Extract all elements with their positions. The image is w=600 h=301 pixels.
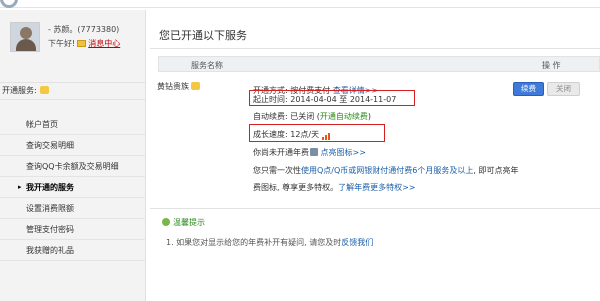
sidebar-nav: 帐户首页 查询交易明细 查询QQ卡余额及交易明细 ▸ 我开通的服务 设置消费限额 …: [0, 114, 146, 261]
light-icon-link[interactable]: 点亮图标>>: [321, 148, 366, 157]
yellow-diamond-icon: [191, 82, 200, 90]
yellow-diamond-icon[interactable]: [39, 86, 49, 94]
service-name: 黄钻贵族: [157, 81, 200, 92]
term-line: 起止时间: 2014-04-04 至 2014-11-07: [253, 95, 397, 104]
growth-line: 成长速度: 12点/天: [253, 129, 331, 140]
username: - 苏颜。(7773380): [48, 25, 120, 34]
avatar[interactable]: [10, 22, 40, 52]
tips-title: 温馨提示: [162, 217, 205, 228]
envelope-icon: [77, 40, 87, 47]
sidebar-item-gifts[interactable]: 我获赠的礼品: [0, 240, 146, 261]
main-content: 您已开通以下服务 服务名称 操 作 黄钻贵族 开通方式: 按付费支付 查看详情>…: [150, 10, 600, 301]
sidebar-item-my-services[interactable]: ▸ 我开通的服务: [0, 177, 146, 198]
page-title: 您已开通以下服务: [159, 29, 247, 42]
avatar-head-icon: [20, 27, 32, 39]
close-service-button[interactable]: 关闭: [547, 82, 580, 96]
sidebar-item-spending-limit[interactable]: 设置消费限额: [0, 198, 146, 219]
enable-auto-renew-link[interactable]: 开通自动续费: [320, 112, 368, 121]
services-table-header: 服务名称 操 作: [158, 56, 600, 72]
sidebar-item-transaction-details[interactable]: 查询交易明细: [0, 135, 146, 156]
opened-services-label: 开通服务:: [2, 86, 37, 95]
annual-fee-icon: [310, 148, 318, 156]
tips-text: 1. 如果您对显示给您的年费补开有疑问, 请您及时反馈我们: [166, 238, 374, 247]
opened-services-row: 开通服务:: [0, 82, 146, 100]
feedback-link[interactable]: 反馈我们: [341, 238, 373, 247]
table-bottom-divider: [150, 208, 600, 209]
top-header-strip: [0, 0, 600, 8]
sidebar-item-account-home[interactable]: 帐户首页: [0, 114, 146, 135]
sidebar: - 苏颜。(7773380) 下午好! 消息中心 开通服务: 帐户首页 查询交易明…: [0, 10, 146, 301]
sidebar-item-qq-card-balance[interactable]: 查询QQ卡余额及交易明细: [0, 156, 146, 177]
logo-icon: [0, 0, 18, 8]
greeting-line: 下午好! 消息中心: [48, 38, 120, 49]
more-privileges-link[interactable]: 了解年费更多特权>>: [338, 183, 415, 192]
growth-level-icon: [322, 131, 331, 140]
column-header-name: 服务名称: [191, 61, 223, 70]
offer-line: 您只需一次性使用Q点/Q币或网银财付通付费6个月服务及以上, 即可点亮年: [253, 166, 519, 175]
annual-fee-line: 你尚未开通年费 点亮图标>>: [253, 148, 366, 157]
renew-button[interactable]: 续费: [513, 82, 544, 96]
avatar-body-icon: [16, 39, 36, 51]
title-divider: [150, 48, 600, 49]
tip-icon: [162, 218, 170, 226]
auto-renew-line: 自动续费: 已关闭 (开通自动续费): [253, 112, 372, 121]
message-center-link[interactable]: 消息中心: [88, 39, 120, 48]
active-arrow-icon: ▸: [18, 183, 22, 191]
column-header-action: 操 作: [542, 61, 561, 70]
offer-line-2: 费图标, 尊享更多特权。了解年费更多特权>>: [253, 183, 416, 192]
greeting-text: 下午好!: [48, 39, 76, 48]
user-profile: - 苏颜。(7773380) 下午好! 消息中心: [0, 18, 146, 68]
offer-payment-link[interactable]: 使用Q点/Q币或网银财付通付费6个月服务及以上: [301, 166, 473, 175]
sidebar-item-payment-password[interactable]: 管理支付密码: [0, 219, 146, 240]
